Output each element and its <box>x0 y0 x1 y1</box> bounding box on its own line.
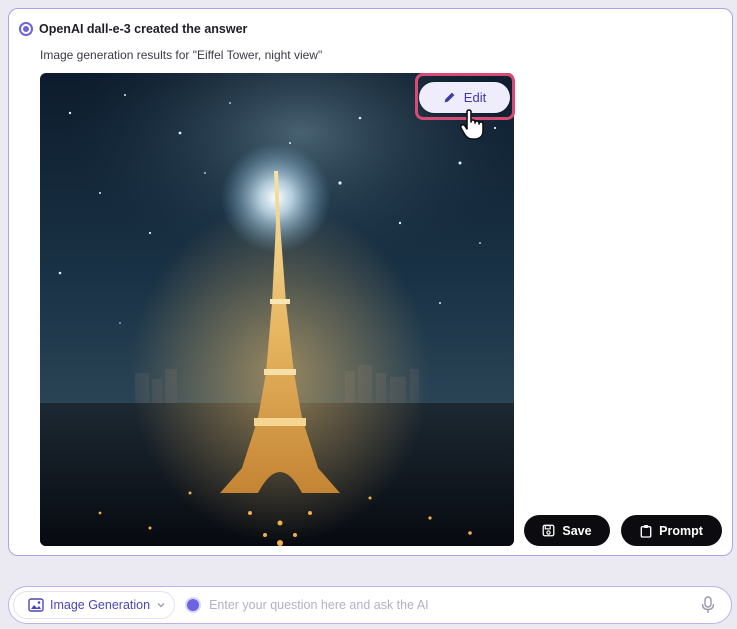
status-dot-icon <box>187 599 200 611</box>
hand-pointer-icon <box>459 109 485 146</box>
mode-dropdown-label: Image Generation <box>50 598 151 612</box>
save-button-label: Save <box>562 523 592 538</box>
pencil-icon <box>443 91 456 104</box>
microphone-icon[interactable] <box>701 596 715 614</box>
answer-header: OpenAI dall-e-3 created the answer <box>19 21 247 37</box>
image-ai-icon <box>28 597 44 613</box>
edit-button-label: Edit <box>463 90 487 105</box>
answer-card: OpenAI dall-e-3 created the answer Image… <box>8 8 733 556</box>
radio-selected-icon <box>19 22 33 36</box>
save-button[interactable]: Save <box>524 515 610 546</box>
generated-image[interactable] <box>40 73 514 546</box>
answer-subtitle: Image generation results for "Eiffel Tow… <box>40 48 323 62</box>
chevron-down-icon <box>156 600 166 610</box>
prompt-button-label: Prompt <box>659 523 703 538</box>
floppy-disk-icon <box>542 524 555 537</box>
answer-title: OpenAI dall-e-3 created the answer <box>39 22 248 36</box>
clipboard-icon <box>640 524 652 538</box>
question-input[interactable] <box>209 598 701 612</box>
chat-input-bar: Image Generation <box>8 586 732 624</box>
mode-dropdown[interactable]: Image Generation <box>13 591 176 619</box>
prompt-button[interactable]: Prompt <box>621 515 722 546</box>
